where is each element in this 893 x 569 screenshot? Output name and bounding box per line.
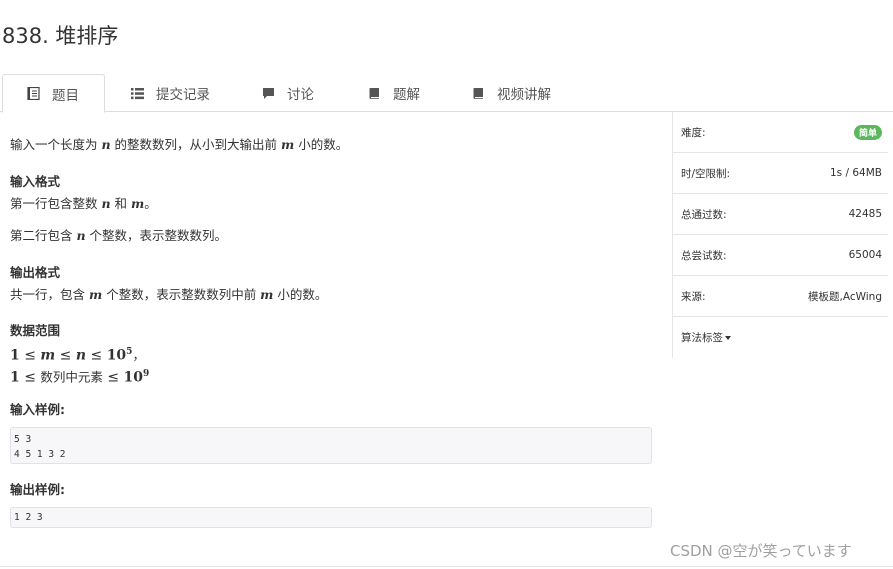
math-var: m — [281, 137, 295, 152]
page-title: 838. 堆排序 — [2, 24, 119, 48]
difficulty-label: 难度: — [681, 126, 706, 139]
limit-row: 时/空限制: 1s / 64MB — [673, 153, 888, 194]
tab-label: 讨论 — [287, 87, 314, 103]
tab-video[interactable]: 视频讲解 — [472, 74, 551, 112]
text: 小的数。 — [273, 287, 328, 302]
text: ， — [132, 347, 145, 363]
tags-label: 算法标签 — [681, 332, 723, 344]
math-var: m — [88, 287, 103, 302]
math-var: n — [101, 196, 111, 211]
sample-output-heading: 输出样例: — [10, 482, 65, 497]
list-icon — [131, 87, 144, 99]
math-var: m — [131, 196, 145, 211]
sample-output-code: 1 2 3 — [10, 507, 652, 528]
difficulty-row: 难度: 简单 — [673, 112, 888, 153]
tags-row: 算法标签 — [673, 317, 888, 358]
tab-submissions[interactable]: 提交记录 — [131, 74, 210, 112]
math-exp: 9 — [143, 369, 150, 379]
limit-value: 1s / 64MB — [830, 167, 882, 179]
difficulty-badge: 简单 — [853, 124, 882, 140]
text: 的整数数列，从小到大输出前 — [110, 137, 282, 152]
problem-intro: 输入一个长度为 n 的整数数列，从小到大输出前 m 小的数。 — [10, 136, 348, 154]
text: 数列中元素 — [40, 369, 103, 385]
accepted-value: 42485 — [848, 208, 882, 220]
tab-solutions[interactable]: 题解 — [368, 74, 420, 112]
text: 第一行包含整数 — [10, 196, 102, 211]
tab-label: 题目 — [52, 87, 79, 104]
attempts-label: 总尝试数: — [681, 249, 727, 262]
tab-label: 视频讲解 — [497, 87, 551, 103]
tags-dropdown[interactable]: 算法标签 — [681, 330, 731, 345]
math-num: 10 — [123, 369, 144, 386]
sample-input-heading: 输入样例: — [10, 402, 65, 417]
math-var: m — [260, 287, 274, 302]
text: 共一行，包含 — [10, 287, 89, 302]
math-op: ≤ — [102, 369, 124, 386]
accepted-label: 总通过数: — [681, 208, 727, 221]
limit-label: 时/空限制: — [681, 167, 731, 180]
tab-discussion[interactable]: 讨论 — [262, 74, 314, 112]
book-icon — [473, 87, 483, 99]
caret-down-icon — [725, 336, 731, 340]
sample-input-code: 5 3 4 5 1 3 2 — [10, 427, 652, 464]
math-op: ≤ — [19, 347, 41, 364]
source-value: 模板题,AcWing — [808, 290, 882, 303]
tab-problem[interactable]: 题目 — [2, 74, 105, 113]
source-row: 来源: 模板题,AcWing — [673, 276, 888, 317]
math-var: n — [76, 228, 86, 243]
math-op: ≤ — [86, 347, 107, 364]
input-format-heading: 输入格式 — [10, 174, 61, 189]
math-op: ≤ — [55, 347, 76, 364]
math-var: m — [40, 347, 56, 364]
watermark: CSDN @空が笑っています — [670, 542, 852, 560]
source-label: 来源: — [681, 290, 706, 303]
output-format-line1: 共一行，包含 m 个整数，表示整数数列中前 m 小的数。 — [10, 286, 327, 304]
text: 个整数，表示整数数列中前 — [102, 287, 261, 302]
tab-label: 题解 — [393, 87, 420, 103]
math-op: ≤ — [19, 369, 41, 386]
book-icon — [27, 87, 40, 100]
data-range-heading: 数据范围 — [10, 323, 61, 338]
tab-label: 提交记录 — [156, 87, 210, 103]
math-num: 10 — [106, 347, 127, 364]
math-num: 1 — [10, 347, 20, 364]
text: 。 — [144, 196, 157, 211]
divider — [0, 566, 893, 567]
attempts-value: 65004 — [848, 249, 882, 261]
attempts-row: 总尝试数: 65004 — [673, 235, 888, 276]
output-format-heading: 输出格式 — [10, 265, 61, 280]
text: 输入一个长度为 — [10, 137, 102, 152]
text: 和 — [110, 196, 132, 211]
range-line2: 1 ≤ 数列中元素 ≤ 109 — [10, 365, 149, 387]
tab-bar: 题目 提交记录 讨论 题解 视频讲解 — [0, 74, 893, 113]
problem-info-panel: 难度: 简单 时/空限制: 1s / 64MB 总通过数: 42485 总尝试数… — [672, 112, 888, 358]
accepted-row: 总通过数: 42485 — [673, 194, 888, 235]
input-format-line1: 第一行包含整数 n 和 m。 — [10, 195, 157, 213]
text: 小的数。 — [294, 137, 349, 152]
text: 个整数，表示整数数列。 — [85, 228, 228, 243]
math-var: n — [75, 347, 87, 364]
comment-icon — [263, 87, 274, 99]
book-icon — [369, 87, 379, 99]
math-num: 1 — [10, 369, 20, 386]
input-format-line2: 第二行包含 n 个整数，表示整数数列。 — [10, 227, 227, 245]
math-var: n — [101, 137, 111, 152]
text: 第二行包含 — [10, 228, 77, 243]
range-line1: 1 ≤ m ≤ n ≤ 105， — [10, 343, 145, 365]
